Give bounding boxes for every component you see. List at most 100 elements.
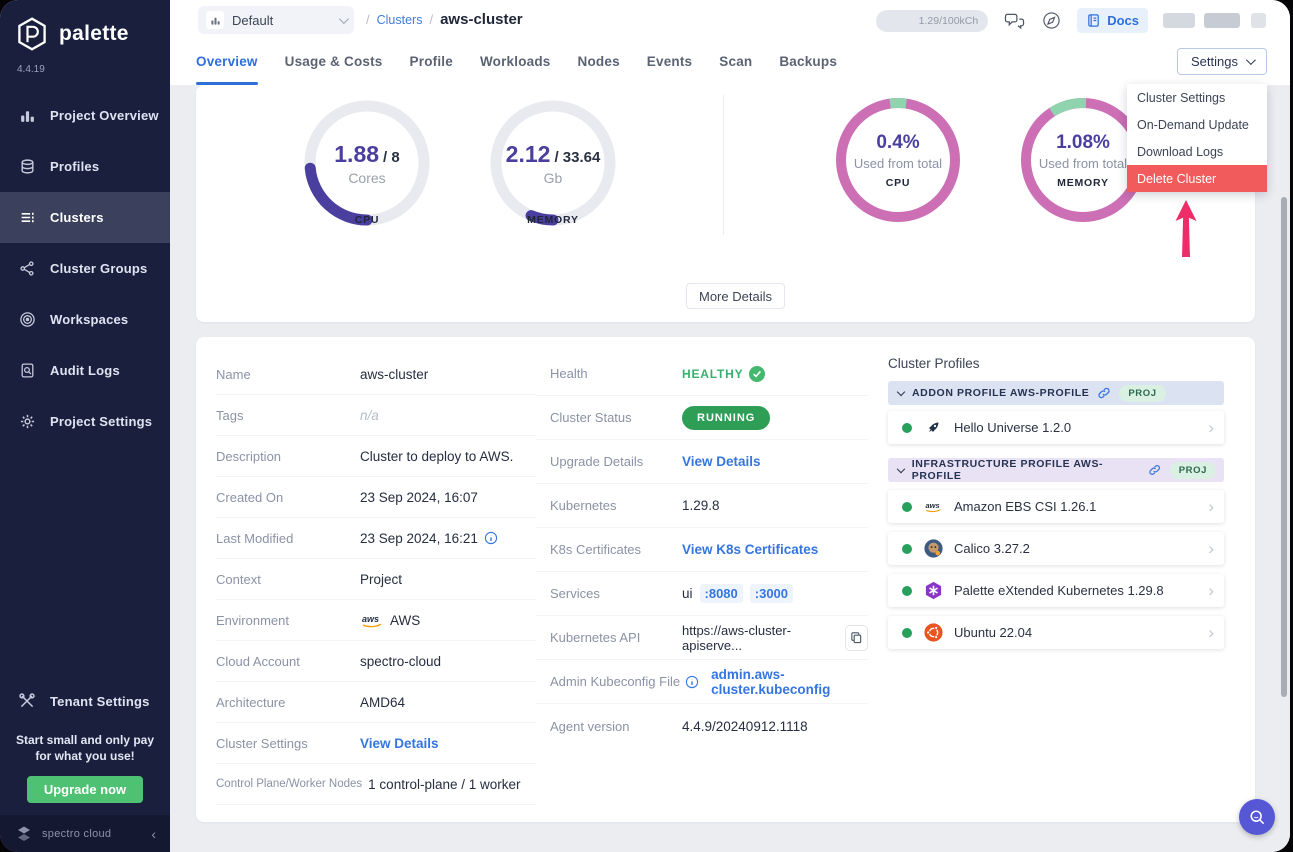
info-row-tags: Tags n/a [216,395,536,436]
project-selector[interactable]: Default [198,6,354,34]
layers-icon [18,158,36,176]
memory-gauge: 2.12 / 33.64 Gb MEMORY [488,98,618,228]
details-card: Name aws-cluster Tags n/a Description Cl… [196,337,1255,822]
pack-status-dot [902,502,912,512]
svg-text:aws: aws [362,614,379,624]
upgrade-view-details-link[interactable]: View Details [682,454,761,469]
status-row-health: Health HEALTHY [536,352,868,396]
cpu-gauge: 1.88 / 8 Cores CPU [302,98,432,228]
sidebar-item-clusters[interactable]: Clusters [0,192,170,243]
chevron-right-icon: › [1208,582,1214,599]
sidebar-item-project-overview[interactable]: Project Overview [0,90,170,141]
app-window: palette 4.4.19 Project Overview Profiles… [0,0,1290,852]
vertical-scrollbar[interactable] [1281,197,1287,697]
cluster-profiles-title: Cluster Profiles [888,356,1224,371]
profile-pack-hello-universe[interactable]: Hello Universe 1.2.0 › [888,411,1224,444]
chevron-down-icon [339,14,349,24]
tab-scan[interactable]: Scan [719,45,752,85]
sidebar-item-workspaces[interactable]: Workspaces [0,294,170,345]
service-port-3000-link[interactable]: :3000 [750,584,793,603]
sidebar-item-audit-logs[interactable]: Audit Logs [0,345,170,396]
kubernetes-api-url: https://aws-cluster-apiserve... [682,623,834,653]
redacted-avatar[interactable] [1251,13,1266,28]
info-row-context: Context Project [216,559,536,600]
sidebar-item-profiles[interactable]: Profiles [0,141,170,192]
cluster-settings-view-details-link[interactable]: View Details [360,736,439,751]
project-selector-value: Default [232,13,331,28]
health-status-badge: HEALTHY [682,366,765,382]
sidebar: palette 4.4.19 Project Overview Profiles… [0,0,170,852]
compass-icon[interactable] [1040,10,1062,32]
profile-pack-ubuntu[interactable]: Ubuntu 22.04 › [888,616,1224,649]
aws-icon: aws [360,613,384,628]
tab-profile[interactable]: Profile [410,45,453,85]
link-icon [1097,386,1111,400]
chevron-right-icon: › [1208,419,1214,436]
profile-pack-calico[interactable]: Calico 3.27.2 › [888,532,1224,565]
book-icon [1086,13,1101,28]
search-fab-button[interactable] [1239,799,1275,835]
memory-total-value: / 33.64 [554,149,600,166]
memory-donut-label: MEMORY [1057,177,1109,189]
info-row-name: Name aws-cluster [216,354,536,395]
kubeconfig-download-link[interactable]: admin.aws-cluster.kubeconfig [711,667,868,697]
menu-item-on-demand-update[interactable]: On-Demand Update [1127,111,1267,138]
status-row-kubernetes-api: Kubernetes API https://aws-cluster-apise… [536,616,868,660]
breadcrumb: / Clusters / aws-cluster [366,11,523,28]
tab-overview[interactable]: Overview [196,45,258,85]
ubuntu-icon [923,623,943,643]
infrastructure-profile-header[interactable]: INFRASTRUCTURE PROFILE AWS-PROFILE PROJ [888,458,1224,482]
target-icon [18,311,36,329]
profile-pack-palette-extended-kubernetes[interactable]: Palette eXtended Kubernetes 1.29.8 › [888,574,1224,607]
collapse-sidebar-icon[interactable]: ‹ [151,826,156,842]
status-row-upgrade-details: Upgrade Details View Details [536,440,868,484]
memory-used-percent: 1.08% [1056,132,1110,154]
sidebar-item-project-settings[interactable]: Project Settings [0,396,170,447]
sidebar-item-tenant-settings[interactable]: Tenant Settings [0,678,170,724]
status-row-services: Services ui :8080 :3000 [536,572,868,616]
menu-item-delete-cluster[interactable]: Delete Cluster [1127,165,1267,192]
service-port-8080-link[interactable]: :8080 [700,584,743,603]
info-icon[interactable] [484,531,498,545]
info-row-last-modified: Last Modified 23 Sep 2024, 16:21 [216,518,536,559]
upgrade-now-button[interactable]: Upgrade now [27,776,143,803]
settings-button[interactable]: Settings [1177,48,1267,75]
chevron-down-icon [897,464,905,472]
info-icon[interactable] [685,675,699,689]
hello-universe-icon [923,418,943,438]
status-row-agent-version: Agent version 4.4.9/20240912.1118 [536,704,868,748]
view-k8s-certificates-link[interactable]: View K8s Certificates [682,542,818,557]
info-row-cluster-settings: Cluster Settings View Details [216,723,536,764]
palette-logo[interactable]: palette [14,16,129,52]
copy-icon[interactable] [845,625,869,651]
promo-text: Start small and only pay for what you us… [0,732,170,764]
more-details-button[interactable]: More Details [686,283,785,309]
info-row-environment: Environment aws AWS [216,600,536,641]
cpu-used-value: 1.88 [334,141,379,168]
tab-workloads[interactable]: Workloads [480,45,551,85]
cpu-gauge-label: CPU [302,214,432,226]
usage-credit-badge: 1.29/100kCh [876,10,988,32]
cpu-used-percent: 0.4% [876,132,919,154]
chat-icon[interactable] [1003,10,1025,32]
project-scope-icon [206,11,224,29]
scope-badge: PROJ [1170,462,1216,479]
cpu-usage-donut: 0.4% Used from total CPU [833,95,963,225]
sidebar-item-cluster-groups[interactable]: Cluster Groups [0,243,170,294]
status-row-kubernetes: Kubernetes 1.29.8 [536,484,868,528]
info-row-cloud-account: Cloud Account spectro-cloud [216,641,536,682]
tab-usage-costs[interactable]: Usage & Costs [285,45,383,85]
tab-events[interactable]: Events [647,45,692,85]
profile-pack-amazon-ebs-csi[interactable]: aws Amazon EBS CSI 1.26.1 › [888,490,1224,523]
docs-button[interactable]: Docs [1077,8,1148,33]
gear-icon [18,413,36,431]
menu-item-cluster-settings[interactable]: Cluster Settings [1127,84,1267,111]
svg-text:aws: aws [926,501,940,510]
memory-donut-caption: Used from total [1039,156,1127,171]
breadcrumb-clusters-link[interactable]: Clusters [377,13,423,27]
tab-backups[interactable]: Backups [779,45,837,85]
tab-nodes[interactable]: Nodes [578,45,620,85]
doc-search-icon [18,362,36,380]
menu-item-download-logs[interactable]: Download Logs [1127,138,1267,165]
addon-profile-header[interactable]: ADDON PROFILE AWS-PROFILE PROJ [888,381,1224,405]
